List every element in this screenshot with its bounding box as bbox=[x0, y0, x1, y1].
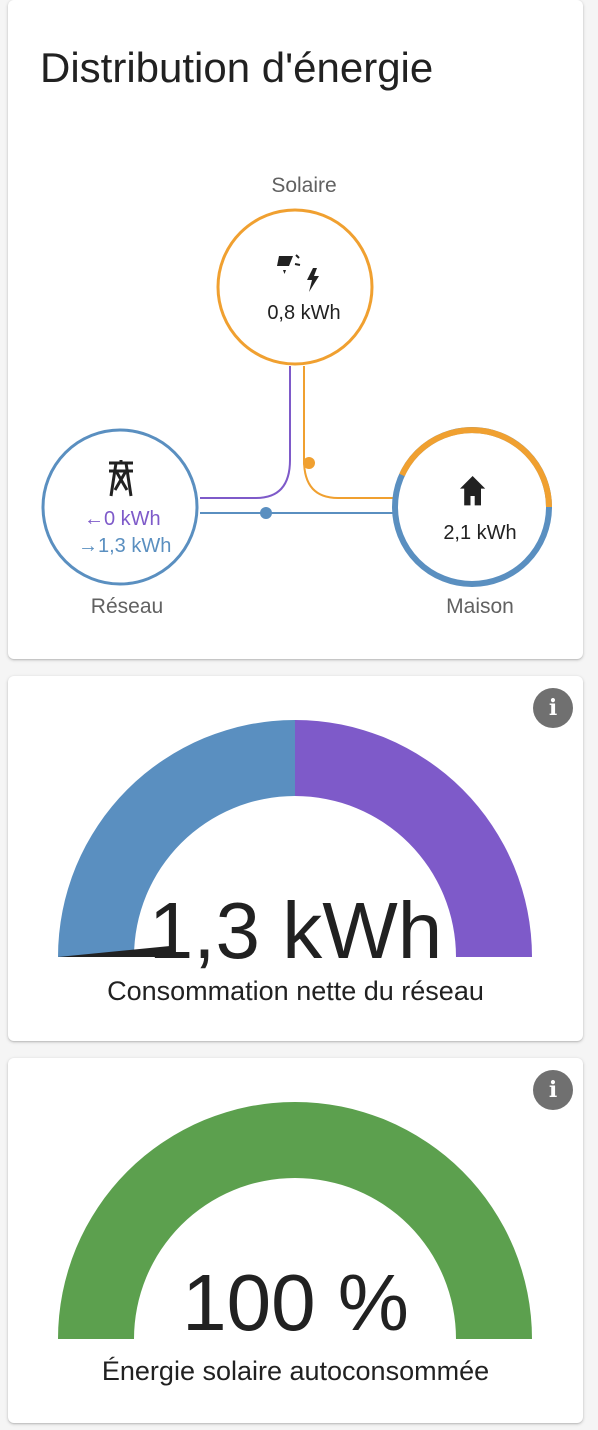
flow-diagram bbox=[41, 208, 552, 587]
grid-consumption-value: 1,3 kWh bbox=[98, 535, 172, 557]
solar-to-grid-line bbox=[200, 366, 291, 499]
grid-node-circle bbox=[41, 428, 199, 586]
arrow-left-icon: ← bbox=[84, 508, 104, 530]
solar-value: 0,8 kWh bbox=[267, 302, 341, 324]
gauge-name: Énergie solaire autoconsommée bbox=[101, 1356, 490, 1386]
arrow-right-icon: → bbox=[78, 535, 98, 557]
solar-to-home-line bbox=[303, 366, 394, 499]
grid-label: Réseau bbox=[90, 595, 164, 618]
gauge-value: 1,3 kWh bbox=[148, 886, 443, 975]
solar-flow-dot bbox=[303, 457, 315, 469]
gauge-value: 100 % bbox=[182, 1258, 409, 1347]
solar-self-consumption-gauge-card: i 100 % Énergie solaire autoconsommée bbox=[8, 1058, 583, 1423]
grid-consumption-row: →1,3 kWh bbox=[78, 535, 171, 558]
home-label: Maison bbox=[446, 595, 514, 618]
grid-consumption-gauge-card: i 1,3 kWh Consommation nette du réseau bbox=[8, 676, 583, 1041]
solar-label: Solaire bbox=[271, 174, 337, 197]
home-value: 2,1 kWh bbox=[443, 522, 517, 544]
energy-distribution-card: Distribution d'énergie Solaire 0,8 kWh ←… bbox=[8, 0, 583, 659]
solar-node-circle bbox=[216, 208, 374, 366]
gauge-name: Consommation nette du réseau bbox=[107, 976, 484, 1006]
grid-return-value: 0 kWh bbox=[104, 508, 161, 530]
grid-flow-dot bbox=[260, 507, 272, 519]
grid-return-row: ←0 kWh bbox=[84, 508, 161, 531]
